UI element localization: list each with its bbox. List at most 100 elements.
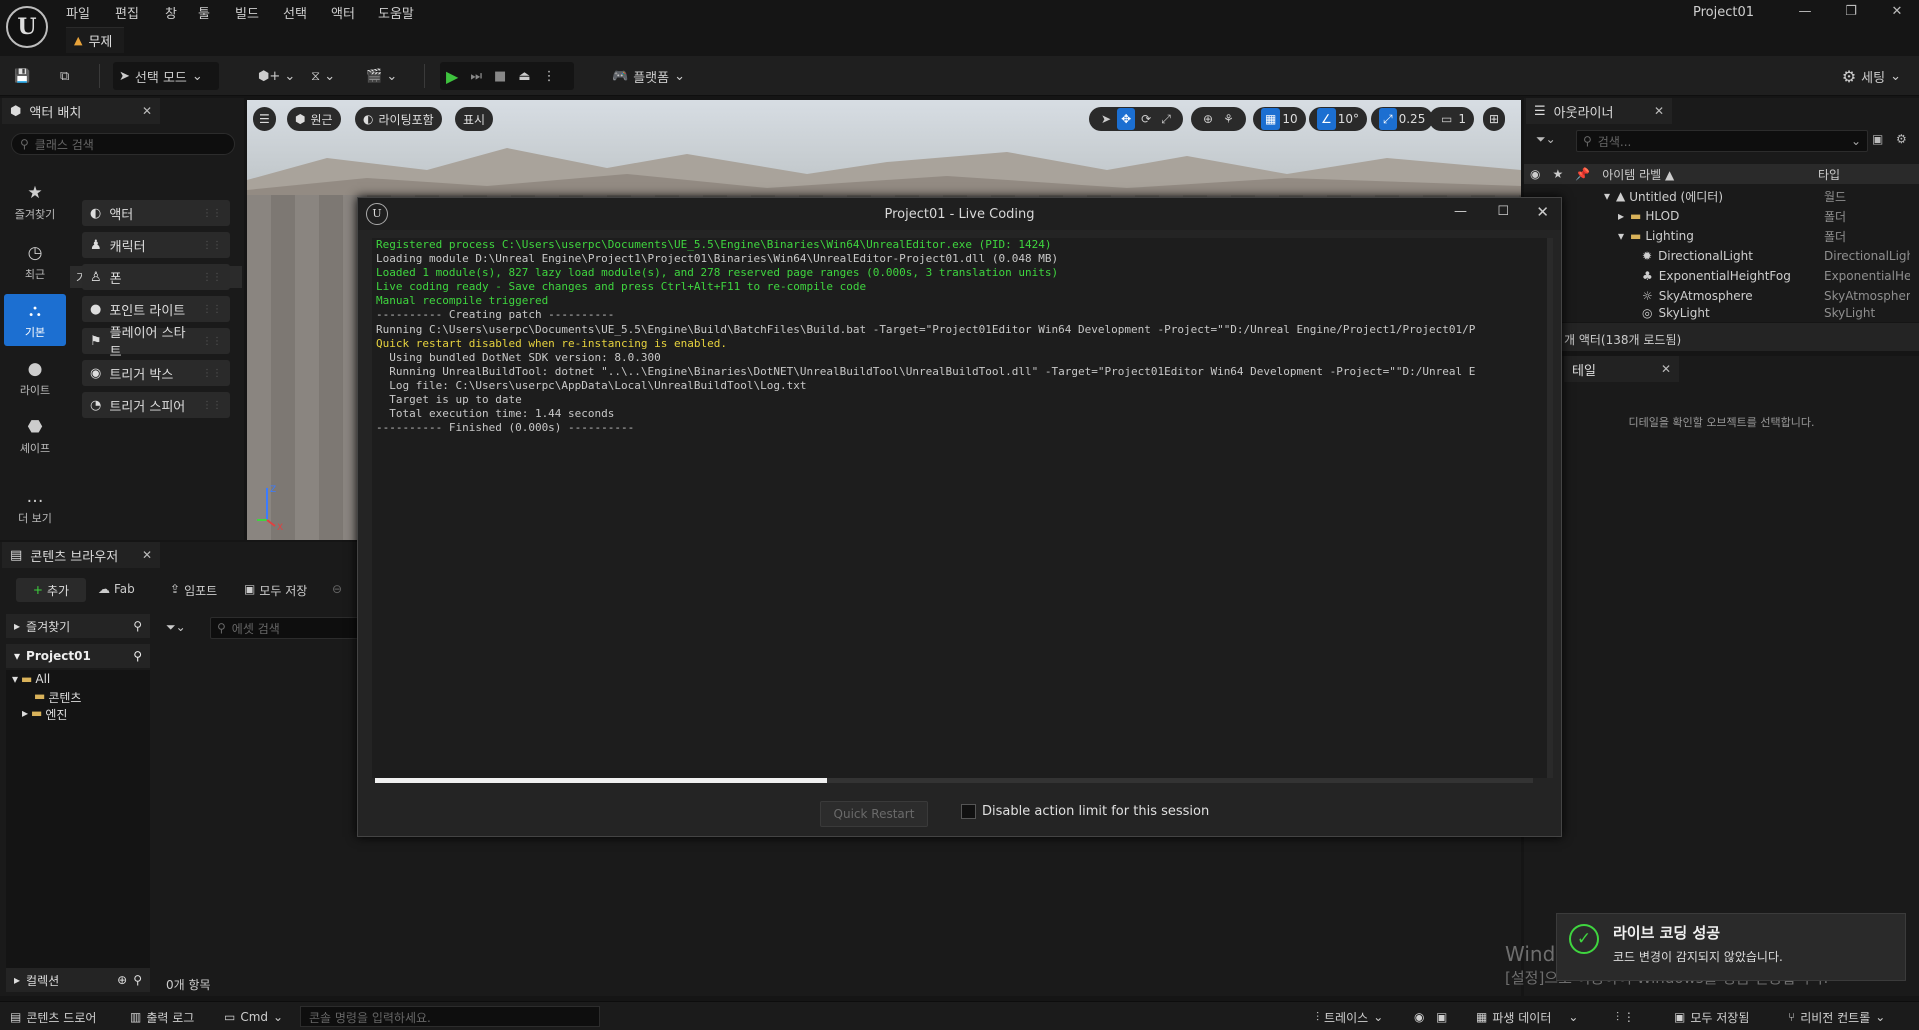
details-tab[interactable]: 테일 ✕ — [1564, 356, 1679, 382]
layout-button[interactable]: ⊞ — [1483, 107, 1506, 131]
perspective-button[interactable]: ⬢ 원근 — [287, 107, 341, 131]
disable-limit-checkbox[interactable] — [961, 804, 976, 819]
pin-icon[interactable]: 📌 — [1575, 167, 1590, 181]
stop-icon[interactable]: ■ — [494, 69, 506, 84]
level-tab[interactable]: ▲ 무제 — [66, 27, 125, 53]
menu-window[interactable]: 창 — [165, 3, 177, 22]
search-icon[interactable]: ⚲ — [133, 649, 142, 663]
menu-tools[interactable]: 툴 — [198, 3, 210, 22]
search-icon[interactable]: ⚲ — [133, 973, 142, 987]
revision-control-dropdown[interactable]: ⑂ 리비전 컨트롤 ⌄ — [1788, 1007, 1885, 1027]
minimize-button[interactable]: — — [1454, 204, 1467, 219]
class-search-input[interactable]: ⚲ 클래스 검색 — [11, 133, 235, 155]
viewport-menu-button[interactable]: ☰ — [253, 107, 276, 131]
type-column[interactable]: 타입 — [1818, 166, 1840, 183]
tree-item-content[interactable]: ▬ 콘텐츠 — [34, 689, 81, 706]
rotation-snap[interactable]: ∠ 10° — [1309, 107, 1368, 131]
import-button[interactable]: ⇪ 임포트 — [170, 582, 217, 599]
drag-handle-icon[interactable]: ⋮⋮ — [202, 240, 222, 251]
camera-icon[interactable]: ▣ — [1436, 1007, 1447, 1027]
rotate-tool-icon[interactable]: ⟳ — [1137, 108, 1155, 130]
select-mode-dropdown[interactable]: ➤ 선택 모드 ⌄ — [113, 62, 219, 90]
live-coding-title-bar[interactable]: U Project01 - Live Coding — ☐ ✕ — [358, 198, 1561, 230]
place-actors-tab[interactable]: ⬢ 액터 배치 ✕ — [2, 98, 160, 124]
unreal-logo[interactable]: U — [6, 6, 48, 48]
expand-arrow-icon[interactable]: ▸ — [1618, 209, 1624, 223]
filter-icon[interactable]: ⏷⌄ — [166, 620, 186, 635]
tree-item-all[interactable]: ▾ ▬ All — [12, 672, 50, 686]
outliner-row[interactable]: ▾ ▬ Lighting 폴더 — [1524, 226, 1919, 246]
close-icon[interactable]: ✕ — [1661, 362, 1671, 376]
outliner-search-input[interactable]: ⚲ 검색... ⌄ — [1576, 130, 1868, 152]
menu-select[interactable]: 선택 — [283, 3, 307, 22]
actor-item-point-light[interactable]: ● 포인트 라이트 ⋮⋮ — [82, 296, 230, 322]
actor-item-actor[interactable]: ◐ 액터 ⋮⋮ — [82, 200, 230, 226]
skip-icon[interactable]: ⏭ — [470, 69, 482, 84]
source-control-icon[interactable]: ⫶ ⋮ — [1616, 1007, 1635, 1027]
menu-build[interactable]: 빌드 — [235, 3, 259, 22]
content-drawer-button[interactable]: ▤ 콘텐츠 드로어 — [10, 1007, 96, 1027]
quick-restart-button[interactable]: Quick Restart — [820, 801, 928, 827]
trace-dropdown[interactable]: ⫶ 트레이스 ⌄ — [1316, 1007, 1383, 1027]
scale-snap[interactable]: ⤢ 0.25 — [1371, 107, 1434, 131]
actor-item-player-start[interactable]: ⚑ 플레이어 스타트 ⋮⋮ — [82, 326, 230, 360]
close-button[interactable]: ✕ — [1536, 203, 1549, 221]
menu-help[interactable]: 도움말 — [378, 3, 414, 22]
close-window-button[interactable]: ✕ — [1883, 2, 1911, 22]
add-actor-icon[interactable]: ⬢+ ⌄ — [252, 62, 301, 90]
settings-dropdown[interactable]: ⚙ 세팅 ⌄ — [1836, 62, 1907, 90]
camera-speed[interactable]: ▭ 1 — [1429, 107, 1474, 131]
category-more[interactable]: … 더 보기 — [4, 480, 66, 532]
fab-button[interactable]: ☁ Fab — [98, 582, 135, 596]
derived-data-dropdown[interactable]: ▦ 파생 데이터 ⌄ — [1476, 1007, 1578, 1027]
drag-handle-icon[interactable]: ⋮⋮ — [202, 272, 222, 283]
menu-file[interactable]: 파일 — [66, 3, 90, 22]
show-button[interactable]: 표시 — [455, 107, 494, 131]
expand-arrow-icon[interactable]: ▾ — [1618, 229, 1624, 243]
eject-icon[interactable]: ⏏ — [518, 69, 530, 84]
save-icon[interactable]: 💾 — [8, 62, 36, 90]
add-folder-icon[interactable]: ▣ — [1872, 132, 1883, 146]
outliner-tab[interactable]: ☰ 아웃라이너 ✕ — [1526, 98, 1672, 124]
scale-tool-icon[interactable]: ⤢ — [1157, 108, 1175, 130]
filter-icon[interactable]: ⏷⌄ — [1536, 132, 1556, 147]
expand-arrow-icon[interactable]: ▾ — [1604, 189, 1610, 203]
collections-section[interactable]: ▸ 컬렉션 ⊕ ⚲ — [6, 968, 150, 992]
menu-edit[interactable]: 편집 — [115, 3, 139, 22]
outliner-row[interactable]: ◎ SkyLight SkyLight — [1524, 306, 1919, 320]
favorites-section[interactable]: ▸ 즐겨찾기 ⚲ — [6, 614, 150, 638]
more-options-icon[interactable]: ⋮ — [543, 69, 556, 84]
drag-handle-icon[interactable]: ⋮⋮ — [202, 336, 222, 347]
actor-item-trigger-box[interactable]: ◉ 트리거 박스 ⋮⋮ — [82, 360, 230, 386]
back-arrow-icon[interactable]: ⊖ — [332, 582, 342, 596]
outliner-row[interactable]: ▸ ▬ HLOD 폴더 — [1524, 206, 1919, 226]
actor-item-trigger-sphere[interactable]: ◔ 트리거 스피어 ⋮⋮ — [82, 392, 230, 418]
drag-handle-icon[interactable]: ⋮⋮ — [202, 304, 222, 315]
category-lights[interactable]: ● 라이트 — [4, 352, 66, 404]
search-icon[interactable]: ⚲ — [133, 619, 142, 633]
actor-item-pawn[interactable]: ♙ 폰 ⋮⋮ — [82, 264, 230, 290]
close-icon[interactable]: ✕ — [142, 548, 152, 562]
tree-item-engine[interactable]: ▸ ▬ 엔진 — [22, 706, 67, 723]
drag-handle-icon[interactable]: ⋮⋮ — [202, 368, 222, 379]
blueprint-icon[interactable]: ⧖ ⌄ — [305, 62, 341, 90]
record-icon[interactable]: ◉ — [1414, 1007, 1424, 1027]
output-log-button[interactable]: ▥ 출력 로그 — [130, 1007, 194, 1027]
world-space-icon[interactable]: ⊕ — [1199, 108, 1217, 130]
content-browser-tab[interactable]: ▤ 콘텐츠 브라우저 ✕ — [2, 542, 160, 568]
select-tool-icon[interactable]: ➤ — [1097, 108, 1115, 130]
cinematics-icon[interactable]: 🎬 ⌄ — [360, 62, 403, 90]
cmd-dropdown[interactable]: ▭ Cmd ⌄ — [224, 1007, 283, 1027]
lit-mode-button[interactable]: ◐ 라이팅포함 — [355, 107, 442, 131]
play-icon[interactable]: ▶ — [446, 67, 458, 86]
outliner-row[interactable]: ✹ DirectionalLight DirectionalLight — [1524, 246, 1919, 266]
add-circle-icon[interactable]: ⊕ — [117, 973, 127, 987]
platforms-dropdown[interactable]: 🎮 플랫폼 ⌄ — [606, 62, 691, 90]
asset-search-input[interactable]: ⚲ 에셋 검색 — [210, 617, 360, 639]
console-input[interactable]: 콘솔 명령을 입력하세요. — [300, 1006, 600, 1027]
grid-snap[interactable]: ▦ 10 — [1253, 107, 1306, 131]
menu-actor[interactable]: 액터 — [331, 3, 355, 22]
add-button[interactable]: + 추가 — [16, 578, 86, 602]
minimize-button[interactable]: — — [1791, 2, 1819, 22]
eye-icon[interactable]: ◉ — [1530, 167, 1540, 181]
